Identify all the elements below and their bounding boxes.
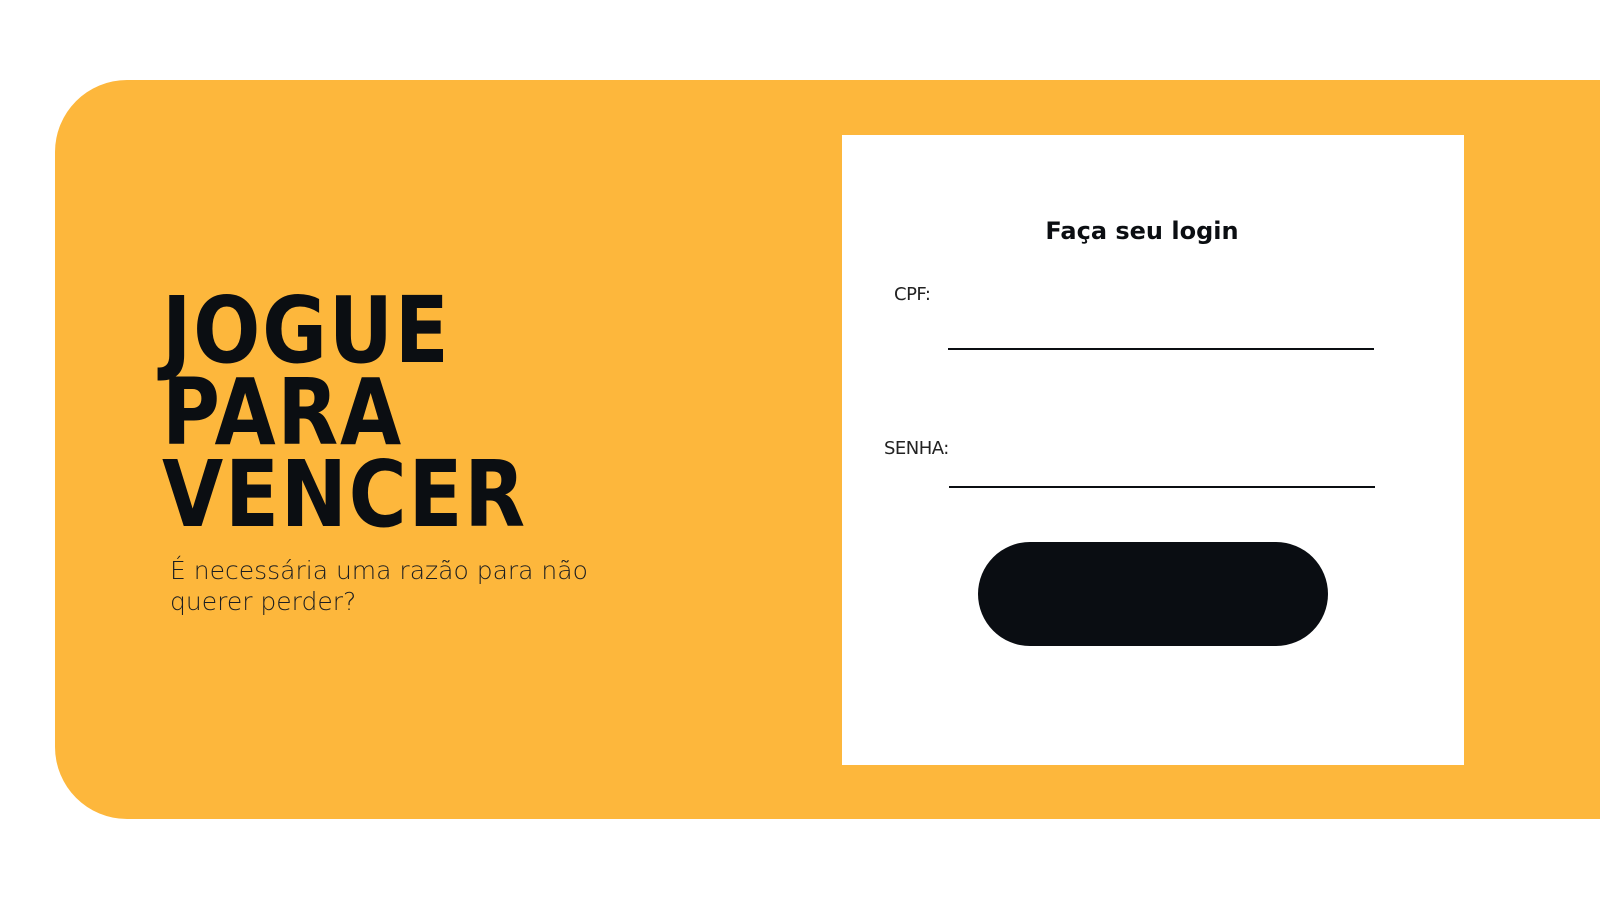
senha-label: SENHA:	[884, 438, 949, 459]
headline-line-3: VENCER	[162, 441, 527, 548]
login-card: Faça seu login CPF: SENHA:	[842, 135, 1464, 765]
cpf-label: CPF:	[894, 284, 931, 305]
login-button[interactable]	[978, 542, 1328, 646]
senha-input[interactable]	[949, 448, 1375, 488]
login-title: Faça seu login	[1045, 217, 1239, 245]
hero-tagline: É necessária uma razão para não querer p…	[170, 556, 588, 616]
hero-headline: JOGUE PARA VENCER	[162, 285, 586, 548]
page: JOGUE PARA VENCER É necessária uma razão…	[0, 0, 1600, 900]
cpf-input[interactable]	[948, 310, 1374, 350]
